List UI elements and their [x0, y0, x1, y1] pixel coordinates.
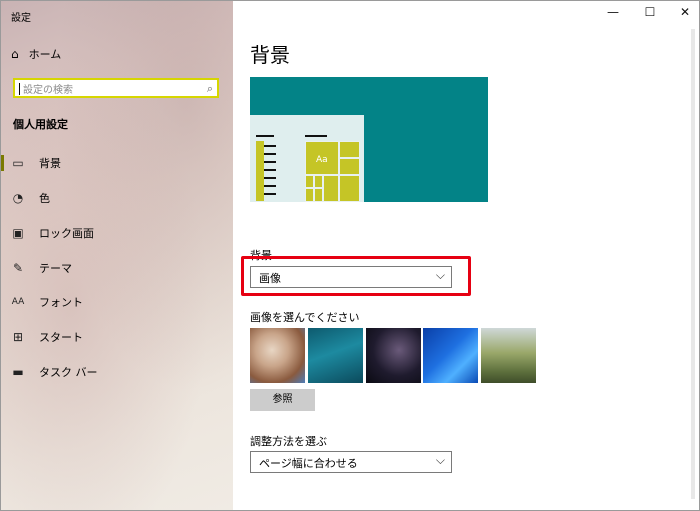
- home-icon: ⌂: [11, 47, 19, 61]
- sidebar-item-label: テーマ: [39, 262, 72, 275]
- preview-tile: [323, 175, 339, 202]
- preview-tile: [314, 188, 323, 202]
- preview-line: [264, 193, 276, 195]
- browse-button[interactable]: 参照: [250, 389, 315, 411]
- maximize-icon: ☐: [644, 5, 656, 19]
- preview-line: [264, 185, 276, 187]
- sidebar-item-label: 色: [39, 192, 50, 205]
- preview-line: [264, 161, 276, 163]
- fit-label: 調整方法を選ぶ: [250, 435, 327, 448]
- sidebar-item-label: スタート: [39, 331, 83, 344]
- section-title: 個人用設定: [13, 118, 68, 131]
- preview-sample-text: Aa: [316, 155, 328, 165]
- minimize-button[interactable]: —: [603, 5, 623, 21]
- fit-select-value: ページ幅に合わせる: [259, 457, 358, 470]
- sidebar-item-taskbar[interactable]: ▬ タスク バー: [1, 358, 233, 386]
- sidebar-item-label: タスク バー: [39, 366, 98, 379]
- preview-tile: [305, 188, 314, 202]
- highlight-box: [241, 256, 471, 296]
- close-icon: ✕: [679, 5, 691, 19]
- picture-thumbnail-windows[interactable]: [423, 328, 478, 383]
- app-title: 設定: [11, 13, 31, 24]
- picture-thumbnail-dogs[interactable]: [250, 328, 305, 383]
- preview-tile: [339, 158, 360, 175]
- preview-tile: [339, 141, 360, 158]
- search-box[interactable]: ⌕: [13, 78, 219, 98]
- sidebar-item-label: ロック画面: [39, 227, 94, 240]
- sidebar-item-themes[interactable]: ✎ テーマ: [1, 254, 233, 282]
- background-preview: Aa: [250, 77, 488, 202]
- theme-icon: ✎: [12, 261, 24, 275]
- preview-tile: [339, 175, 360, 202]
- sidebar-item-colors[interactable]: ◔ 色: [1, 184, 233, 212]
- search-input[interactable]: [21, 82, 205, 98]
- search-icon[interactable]: ⌕: [207, 82, 213, 96]
- preview-tile: [314, 175, 323, 188]
- picture-thumbnail-ocean[interactable]: [308, 328, 363, 383]
- sidebar-item-lock-screen[interactable]: ▣ ロック画面: [1, 219, 233, 247]
- fit-select[interactable]: ページ幅に合わせる ⌵: [250, 451, 452, 473]
- preview-line: [256, 135, 274, 137]
- preview-line: [264, 153, 276, 155]
- settings-window: 設定 ⌂ ホーム ⌕ 個人用設定 ▭ 背景 ◔ 色 ▣ ロック画面 ✎ テーマ …: [0, 0, 700, 511]
- page-title: 背景: [250, 43, 290, 67]
- sidebar-item-start[interactable]: ⊞ スタート: [1, 323, 233, 351]
- font-icon: AA: [11, 297, 25, 307]
- preview-line: [264, 177, 276, 179]
- close-button[interactable]: ✕: [675, 5, 695, 21]
- sidebar: 設定 ⌂ ホーム ⌕ 個人用設定 ▭ 背景 ◔ 色 ▣ ロック画面 ✎ テーマ …: [1, 1, 233, 510]
- preview-window: Aa: [250, 115, 364, 202]
- home-label: ホーム: [28, 48, 62, 61]
- preview-line: [305, 135, 327, 137]
- preview-line: [264, 145, 276, 147]
- picture-thumbnail-landscape[interactable]: [481, 328, 536, 383]
- text-caret: [19, 83, 20, 95]
- image-icon: ▭: [12, 156, 24, 170]
- sidebar-item-label: 背景: [39, 157, 61, 170]
- preview-tile: [305, 175, 314, 188]
- preview-start-bar: [256, 141, 264, 201]
- sidebar-item-label: フォント: [39, 296, 83, 309]
- preview-line: [264, 169, 276, 171]
- minimize-icon: —: [607, 5, 619, 19]
- choose-picture-label: 画像を選んでください: [250, 311, 360, 324]
- chevron-down-icon: ⌵: [435, 453, 445, 467]
- sidebar-item-fonts[interactable]: AA フォント: [1, 288, 233, 316]
- preview-tiles: Aa: [305, 141, 360, 202]
- maximize-button[interactable]: ☐: [640, 5, 660, 21]
- picture-thumbnail-night-sky[interactable]: [366, 328, 421, 383]
- palette-icon: ◔: [12, 191, 24, 205]
- preview-tile: Aa: [305, 141, 339, 175]
- lock-screen-icon: ▣: [12, 226, 24, 240]
- start-icon: ⊞: [12, 330, 24, 344]
- taskbar-icon: ▬: [12, 365, 24, 379]
- sidebar-item-background[interactable]: ▭ 背景: [1, 149, 233, 177]
- home-link[interactable]: ⌂ ホーム: [11, 46, 61, 62]
- scrollbar[interactable]: [691, 29, 695, 499]
